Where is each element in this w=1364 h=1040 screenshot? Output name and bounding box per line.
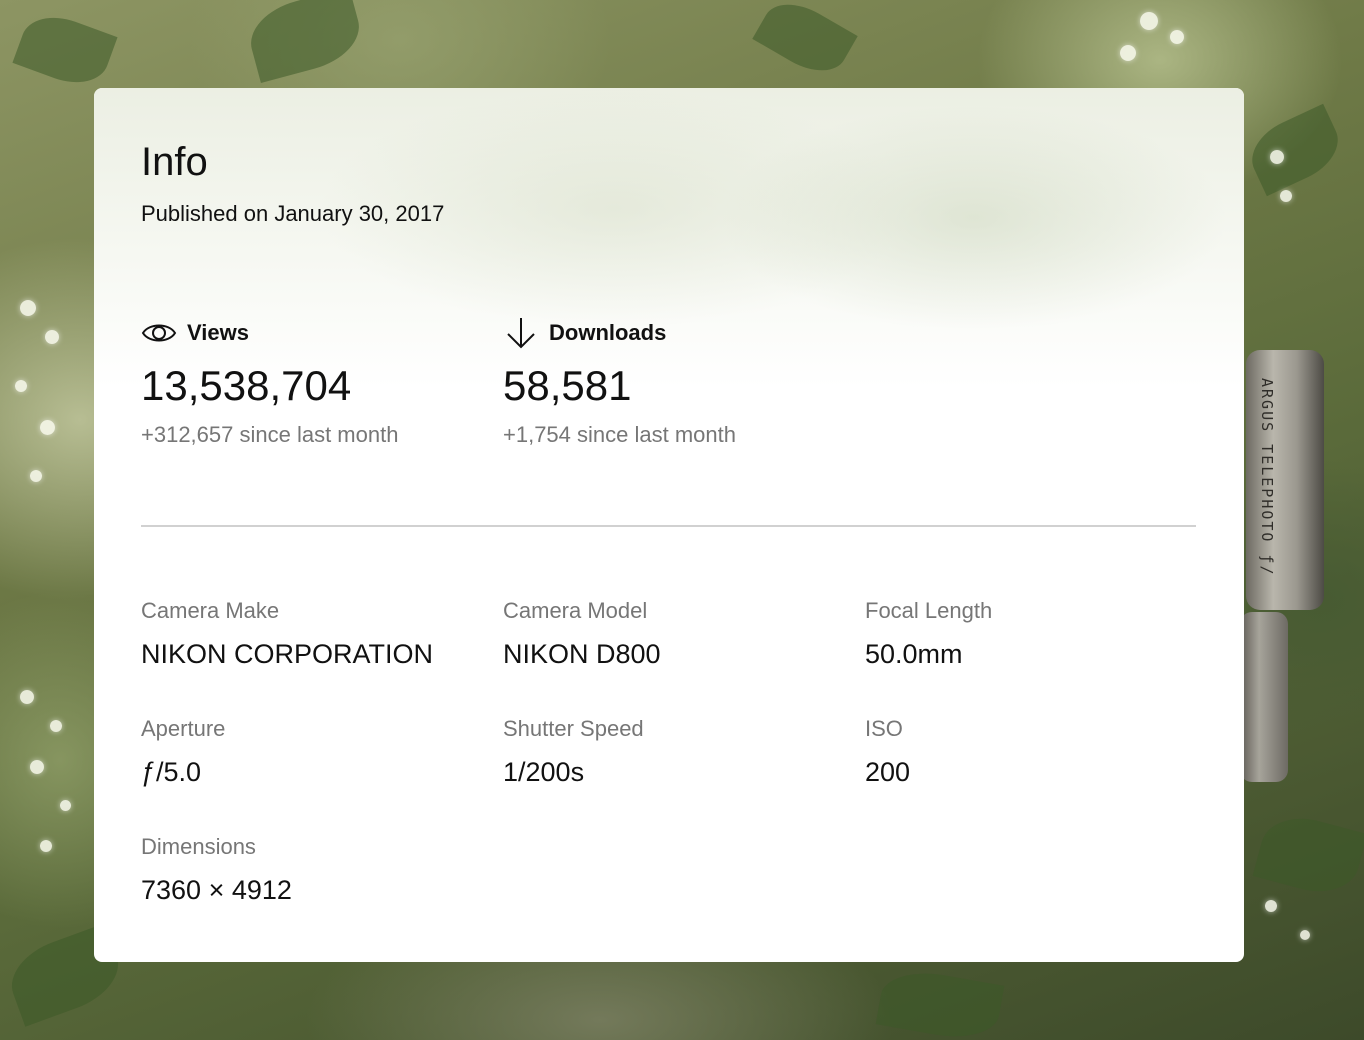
flower xyxy=(1140,12,1158,30)
flower xyxy=(1170,30,1184,44)
views-delta: +312,657 since last month xyxy=(141,422,399,447)
downloads-count: 58,581 xyxy=(503,362,632,409)
camera-make: Camera Make NIKON CORPORATION xyxy=(141,597,481,671)
iso: ISO 200 xyxy=(865,715,1205,789)
leaf xyxy=(1252,808,1364,902)
flower xyxy=(50,720,62,732)
flower xyxy=(1270,150,1284,164)
flower xyxy=(1265,900,1277,912)
flower xyxy=(60,800,71,811)
views-stat: Views 13,538,704 +312,657 since last mon… xyxy=(141,316,481,450)
camera-model-label: Camera Model xyxy=(503,598,648,623)
flower xyxy=(1300,930,1310,940)
focal-length-value: 50.0mm xyxy=(865,639,963,669)
shutter-speed-label: Shutter Speed xyxy=(503,716,644,741)
leaf xyxy=(242,0,368,84)
downloads-delta: +1,754 since last month xyxy=(503,422,736,447)
dimensions: Dimensions 7360 × 4912 xyxy=(141,833,481,907)
focal-length-label: Focal Length xyxy=(865,598,993,623)
views-label: Views xyxy=(187,320,249,345)
flower xyxy=(1120,45,1136,61)
lens-engraving: ARGUS TELEPHOTO ƒ/ xyxy=(1258,378,1276,577)
camera-make-value: NIKON CORPORATION xyxy=(141,639,434,669)
aperture-value: ƒ/5.0 xyxy=(141,757,202,787)
arrow-down-icon xyxy=(503,316,539,350)
downloads-label: Downloads xyxy=(549,320,667,345)
views-count: 13,538,704 xyxy=(141,362,352,409)
info-panel: Info Published on January 30, 2017 Views… xyxy=(94,88,1244,962)
flower xyxy=(15,380,27,392)
leaf xyxy=(752,0,858,84)
flower xyxy=(30,760,44,774)
flower xyxy=(1280,190,1292,202)
eye-icon xyxy=(141,316,177,350)
telephoto-lens-secondary xyxy=(1240,612,1288,782)
camera-model-value: NIKON D800 xyxy=(503,639,661,669)
iso-value: 200 xyxy=(865,757,911,787)
dimensions-label: Dimensions xyxy=(141,834,256,859)
flower xyxy=(20,300,36,316)
divider xyxy=(141,525,1196,527)
leaf xyxy=(12,6,118,94)
flower xyxy=(45,330,59,344)
published-date: Published on January 30, 2017 xyxy=(141,201,445,226)
flower xyxy=(40,840,52,852)
aperture: Aperture ƒ/5.0 xyxy=(141,715,481,789)
flower xyxy=(40,420,55,435)
shutter-speed-value: 1/200s xyxy=(503,757,585,787)
camera-make-label: Camera Make xyxy=(141,598,280,623)
flower xyxy=(30,470,42,482)
aperture-label: Aperture xyxy=(141,716,226,741)
downloads-stat: Downloads 58,581 +1,754 since last month xyxy=(503,316,843,450)
leaf xyxy=(875,965,1005,1040)
focal-length: Focal Length 50.0mm xyxy=(865,597,1205,671)
info-title: Info xyxy=(141,140,208,184)
shutter-speed: Shutter Speed 1/200s xyxy=(503,715,843,789)
flower xyxy=(20,690,34,704)
camera-model: Camera Model NIKON D800 xyxy=(503,597,843,671)
dimensions-value: 7360 × 4912 xyxy=(141,875,292,905)
leaf xyxy=(1241,103,1349,197)
iso-label: ISO xyxy=(865,716,903,741)
